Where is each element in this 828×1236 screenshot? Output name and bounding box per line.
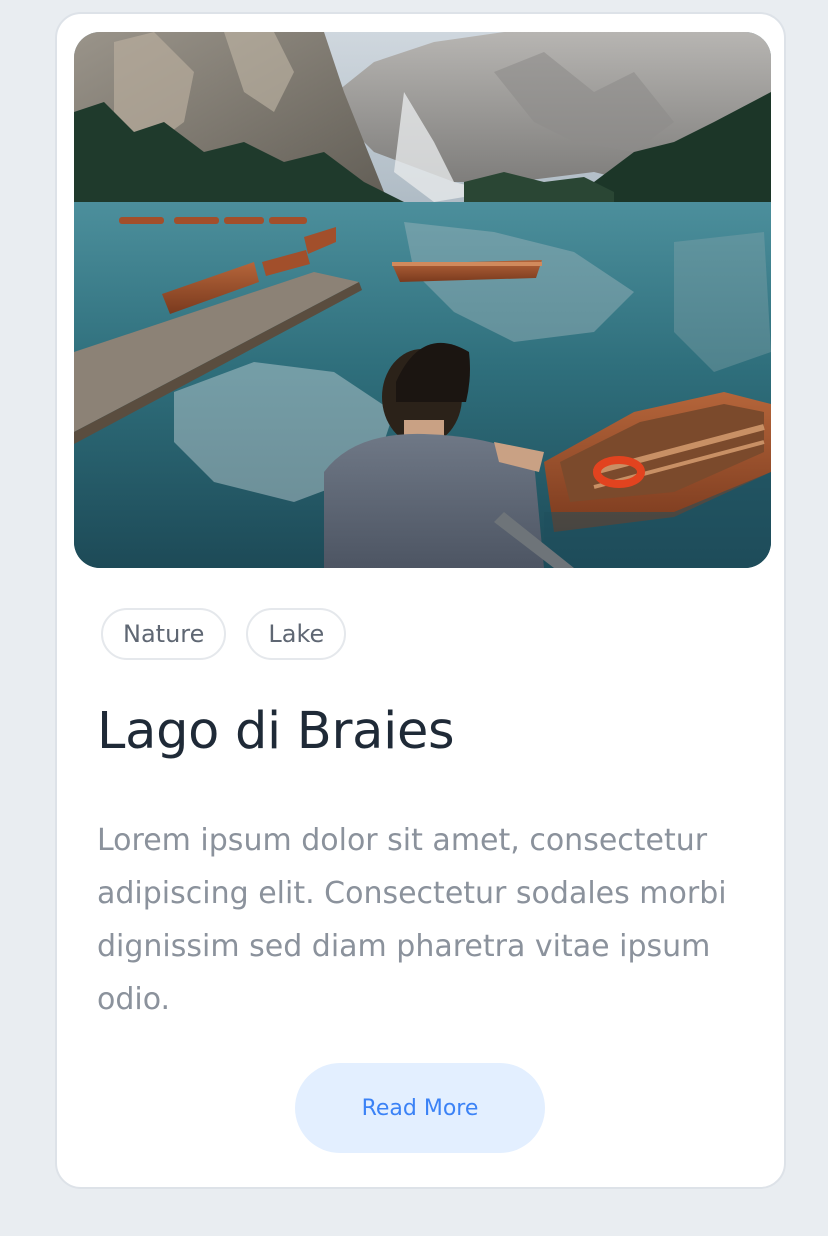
read-more-button[interactable]: Read More [295, 1063, 545, 1153]
tag-nature[interactable]: Nature [101, 608, 227, 660]
lake-card: Nature Lake Lago di Braies Lorem ipsum d… [55, 12, 786, 1189]
card-description: Lorem ipsum dolor sit amet, consectetur … [97, 823, 727, 1017]
tag-lake[interactable]: Lake [246, 608, 347, 660]
card-title: Lago di Braies [97, 702, 455, 761]
card-photo [74, 32, 771, 568]
tag-list: Nature Lake [101, 608, 347, 660]
lake-scene-illustration [74, 32, 771, 568]
